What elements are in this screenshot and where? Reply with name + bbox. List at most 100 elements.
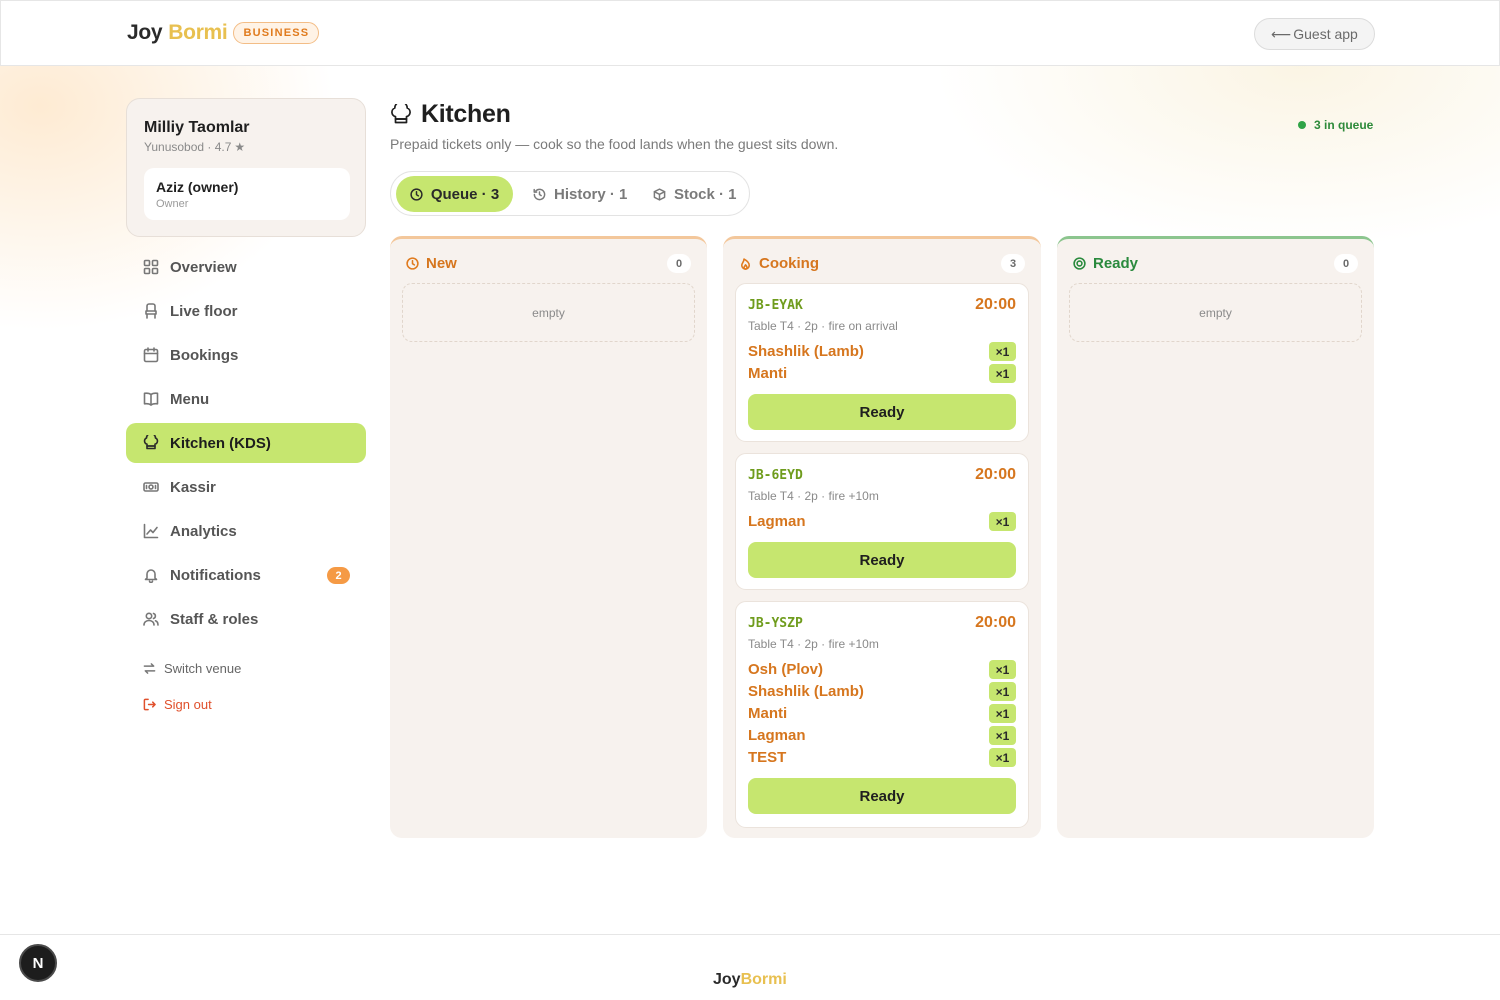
- user-role: Owner: [156, 198, 189, 210]
- dish-qty: ×1: [989, 342, 1016, 361]
- sidebar-item-label: Analytics: [170, 522, 237, 540]
- tab-history[interactable]: History · 1: [533, 176, 627, 212]
- ticket-time: 20:00: [975, 614, 1016, 631]
- switch-venue-label: Switch venue: [164, 661, 242, 676]
- top-bar: Joy Bormi BUSINESS ⟵ Guest app: [0, 0, 1500, 66]
- column-count: 0: [667, 254, 691, 273]
- column-header: Cooking: [739, 255, 819, 272]
- sidebar-item-overview[interactable]: Overview: [126, 247, 366, 287]
- grid-icon: [143, 259, 159, 275]
- sidebar-item-label: Kassir: [170, 478, 216, 496]
- chair-icon: [145, 303, 157, 319]
- dish-qty: ×1: [989, 512, 1016, 531]
- book-icon: [143, 392, 159, 406]
- guest-app-button[interactable]: ⟵ Guest app: [1254, 18, 1375, 50]
- chef-hat-icon: [391, 103, 411, 123]
- user-box[interactable]: Aziz (owner) Owner: [144, 168, 350, 220]
- mark-ready-button[interactable]: Ready: [748, 394, 1016, 430]
- empty-state: empty: [1069, 283, 1362, 342]
- ticket-card: JB-6EYD 20:00 Table T4 · 2p · fire +10m …: [735, 453, 1029, 590]
- column-header: Ready: [1073, 255, 1138, 272]
- ticket-line-item: Shashlik (Lamb) ×1: [748, 681, 1016, 703]
- target-icon: [1073, 257, 1086, 270]
- ticket-line-item: Shashlik (Lamb) ×1: [748, 341, 1016, 363]
- ticket-code: JB-6EYD: [748, 468, 803, 483]
- kds-tabs: Queue · 3 History · 1 Stock · 1: [390, 171, 750, 216]
- guest-app-label: Guest app: [1293, 26, 1358, 42]
- tab-stock[interactable]: Stock · 1: [653, 176, 737, 212]
- dish-name: Shashlik (Lamb): [748, 683, 864, 700]
- column-new: New 0 empty: [390, 236, 707, 838]
- bell-icon: [144, 569, 158, 583]
- sidebar-item-label: Notifications: [170, 566, 261, 584]
- arrow-left-icon: ⟵: [1271, 25, 1292, 42]
- ticket-meta: Table T4 · 2p · fire +10m: [748, 637, 879, 651]
- dish-qty: ×1: [989, 726, 1016, 745]
- queue-status-label: 3 in queue: [1314, 118, 1374, 132]
- mark-ready-button[interactable]: Ready: [748, 542, 1016, 578]
- ticket-card: JB-YSZP 20:00 Table T4 · 2p · fire +10m …: [735, 601, 1029, 828]
- sidebar-nav: Overview Live floor Bookings Menu Kitche…: [126, 247, 366, 643]
- clock-icon: [410, 187, 423, 201]
- live-dot-icon: [1298, 121, 1306, 129]
- column-title: Cooking: [759, 255, 819, 272]
- sidebar-item-analytics[interactable]: Analytics: [126, 511, 366, 551]
- tab-queue[interactable]: Queue · 3: [396, 176, 513, 212]
- dish-name: Lagman: [748, 727, 806, 744]
- venue-location: Yunusobod · 4.7: [144, 140, 232, 154]
- logout-icon: [143, 698, 156, 711]
- sign-out-link[interactable]: Sign out: [143, 697, 212, 712]
- venue-name: Milliy Taomlar: [144, 119, 250, 136]
- dish-qty: ×1: [989, 682, 1016, 701]
- cash-icon: [143, 482, 159, 492]
- clock-icon: [406, 257, 419, 270]
- ticket-line-item: Lagman ×1: [748, 511, 1016, 533]
- venue-meta: Yunusobod · 4.7 ★: [144, 140, 245, 154]
- column-ready: Ready 0 empty: [1057, 236, 1374, 838]
- dish-qty: ×1: [989, 704, 1016, 723]
- mark-ready-button[interactable]: Ready: [748, 778, 1016, 814]
- column-count: 3: [1001, 254, 1025, 273]
- swap-icon: [143, 663, 156, 674]
- sidebar-item-label: Kitchen (KDS): [170, 434, 271, 452]
- sidebar-item-menu[interactable]: Menu: [126, 379, 366, 419]
- calendar-icon: [143, 347, 159, 363]
- ticket-line-item: Lagman ×1: [748, 725, 1016, 747]
- box-icon: [653, 187, 666, 201]
- dish-name: Manti: [748, 365, 788, 382]
- dish-qty: ×1: [989, 364, 1016, 383]
- sign-out-label: Sign out: [164, 697, 212, 712]
- sidebar-item-label: Menu: [170, 390, 210, 408]
- flame-icon: [740, 258, 751, 270]
- column-title: New: [426, 255, 457, 272]
- chef-hat-icon: [143, 435, 159, 450]
- switch-venue-link[interactable]: Switch venue: [143, 661, 241, 676]
- page-subtitle: Prepaid tickets only — cook so the food …: [390, 136, 839, 152]
- ticket-time: 20:00: [975, 296, 1016, 313]
- page-title-row: Kitchen: [390, 100, 511, 129]
- brand-word-bormi: Bormi: [168, 21, 228, 44]
- dish-qty: ×1: [989, 748, 1016, 767]
- dish-name: Shashlik (Lamb): [748, 343, 864, 360]
- sidebar-item-staff[interactable]: Staff & roles: [126, 599, 366, 639]
- sidebar-item-kassir[interactable]: Kassir: [126, 467, 366, 507]
- sidebar-item-bookings[interactable]: Bookings: [126, 335, 366, 375]
- page-title: Kitchen: [421, 100, 511, 128]
- sidebar-item-live-floor[interactable]: Live floor: [126, 291, 366, 331]
- dev-tools-button[interactable]: N: [19, 944, 57, 982]
- dish-name: Lagman: [748, 513, 806, 530]
- ticket-line-item: Manti ×1: [748, 703, 1016, 725]
- ticket-line-item: Manti ×1: [748, 363, 1016, 385]
- ticket-meta: Table T4 · 2p · fire on arrival: [748, 319, 898, 333]
- star-icon: ★: [234, 140, 246, 154]
- ticket-card: JB-EYAK 20:00 Table T4 · 2p · fire on ar…: [735, 283, 1029, 442]
- ticket-line-item: TEST ×1: [748, 747, 1016, 769]
- user-name: Aziz (owner): [156, 179, 239, 195]
- sidebar-item-kitchen[interactable]: Kitchen (KDS): [126, 423, 366, 463]
- sidebar-item-notifications[interactable]: Notifications 2: [126, 555, 366, 595]
- sidebar-item-label: Live floor: [170, 302, 238, 320]
- footer-brand-joy: Joy: [713, 971, 741, 988]
- ticket-line-item: Osh (Plov) ×1: [748, 659, 1016, 681]
- footer-brand[interactable]: JoyBormi: [713, 971, 787, 989]
- brand-logo[interactable]: Joy Bormi BUSINESS: [127, 21, 320, 45]
